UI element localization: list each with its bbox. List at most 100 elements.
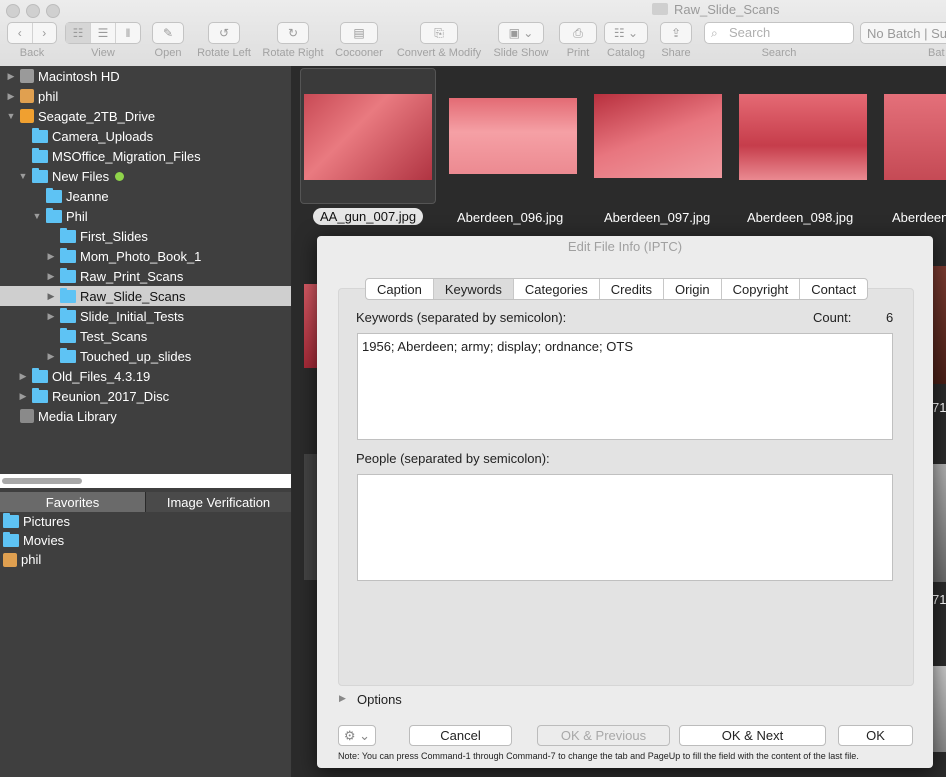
search-input[interactable]: ⌕ Search <box>704 22 854 44</box>
tree-item-mom-photo-book[interactable]: ▶ Mom_Photo_Book_1 <box>0 246 337 266</box>
tree-item-new-files[interactable]: ▼ New Files <box>0 166 309 186</box>
batch-select[interactable]: No Batch | Su <box>860 22 946 44</box>
disclosure-triangle-icon[interactable]: ▶ <box>46 311 56 322</box>
thumbnail-caption[interactable]: Aberdeen <box>892 210 946 225</box>
minimize-window-button[interactable] <box>26 4 40 18</box>
catalog-button[interactable]: ☷ ⌄ <box>604 22 648 44</box>
tab-copyright[interactable]: Copyright <box>722 279 801 299</box>
disclosure-triangle-icon[interactable]: ▶ <box>6 91 16 102</box>
ok-previous-button[interactable]: OK & Previous <box>537 725 670 746</box>
disclosure-triangle-icon[interactable]: ▶ <box>46 351 56 362</box>
back-forward-control[interactable]: ‹ › <box>7 22 57 44</box>
tree-item-msoffice[interactable]: MSOffice_Migration_Files <box>0 146 323 166</box>
thumbnail-caption[interactable]: Aberdeen_096.jpg <box>457 210 563 225</box>
disclosure-triangle-icon[interactable]: ▶ <box>6 71 16 82</box>
thumbnail-caption-partial: 71 <box>932 400 946 415</box>
cancel-button[interactable]: Cancel <box>409 725 512 746</box>
thumbnail-image[interactable] <box>449 98 577 174</box>
tab-image-verification[interactable]: Image Verification <box>146 492 291 512</box>
favorite-label: phil <box>21 552 42 567</box>
scrollbar-thumb[interactable] <box>2 478 82 484</box>
tab-keywords[interactable]: Keywords <box>433 279 514 299</box>
filmstrip-view-icon[interactable]: ‖ <box>116 23 140 43</box>
view-mode-control[interactable]: ☷ ☰ ‖ <box>65 22 141 44</box>
convert-modify-button[interactable]: ⎘ <box>420 22 458 44</box>
print-button[interactable]: ⎙ <box>559 22 597 44</box>
shortcut-note: Note: You can press Command-1 through Co… <box>338 751 859 761</box>
options-label[interactable]: Options <box>357 692 402 707</box>
share-button[interactable]: ⇪ <box>660 22 692 44</box>
disclosure-triangle-icon[interactable]: ▶ <box>46 251 56 262</box>
folder-icon <box>60 227 76 243</box>
favorite-pictures[interactable]: Pictures <box>0 512 294 531</box>
disclosure-triangle-icon[interactable]: ▶ <box>18 371 28 382</box>
disclosure-triangle-icon[interactable]: ▶ <box>46 271 56 282</box>
grid-view-icon[interactable]: ☷ <box>66 23 91 43</box>
tab-credits[interactable]: Credits <box>600 279 664 299</box>
tree-label: Raw_Slide_Scans <box>80 288 186 304</box>
keywords-field[interactable]: 1956; Aberdeen; army; display; ordnance;… <box>357 333 893 440</box>
tab-favorites[interactable]: Favorites <box>0 492 146 512</box>
ok-next-button[interactable]: OK & Next <box>679 725 826 746</box>
tab-categories[interactable]: Categories <box>514 279 600 299</box>
thumbnail-image[interactable] <box>304 94 432 180</box>
thumbnail-image[interactable] <box>594 94 722 178</box>
horizontal-scrollbar[interactable] <box>0 474 291 488</box>
tab-contact[interactable]: Contact <box>800 279 867 299</box>
disclosure-triangle-icon[interactable]: ▶ <box>46 291 56 302</box>
tree-item-old-files[interactable]: ▶ Old_Files_4.3.19 <box>0 366 309 386</box>
disclosure-triangle-open-icon[interactable]: ▼ <box>32 211 42 221</box>
tree-item-reunion-disc[interactable]: ▶ Reunion_2017_Disc <box>0 386 309 406</box>
home-icon <box>20 89 34 103</box>
disclosure-triangle-icon[interactable]: ▶ <box>18 391 28 402</box>
catalog-label: Catalog <box>607 47 645 59</box>
sidebar: ▶ Macintosh HD ▶ phil ▼ Seagate_2TB_Drive C… <box>0 66 337 777</box>
back-arrow-icon[interactable]: ‹ <box>8 23 33 43</box>
disclosure-triangle-open-icon[interactable]: ▼ <box>6 111 16 121</box>
tree-item-raw-print-scans[interactable]: ▶ Raw_Print_Scans <box>0 266 337 286</box>
tree-item-camera-uploads[interactable]: Camera_Uploads <box>0 126 323 146</box>
thumbnail-image[interactable] <box>931 464 946 582</box>
favorite-movies[interactable]: Movies <box>0 531 294 550</box>
tree-item-touched-up-slides[interactable]: ▶ Touched_up_slides <box>0 346 337 366</box>
thumbnail-image[interactable] <box>931 666 946 752</box>
settings-menu-button[interactable]: ⚙ ⌄ <box>338 725 376 746</box>
count-label: Count: <box>813 310 852 325</box>
disclosure-triangle-open-icon[interactable]: ▼ <box>18 171 28 181</box>
open-button[interactable]: ✎ <box>152 22 184 44</box>
tree-item-jeanne[interactable]: Jeanne <box>0 186 337 206</box>
folder-icon <box>32 167 48 183</box>
people-field[interactable] <box>357 474 893 581</box>
tree-item-media-library[interactable]: Media Library <box>0 406 311 426</box>
tree-item-phil[interactable]: ▼ Phil <box>0 206 323 226</box>
thumbnail-caption[interactable]: Aberdeen_098.jpg <box>747 210 853 225</box>
tree-item-slide-initial-tests[interactable]: ▶ Slide_Initial_Tests <box>0 306 337 326</box>
ok-button[interactable]: OK <box>838 725 913 746</box>
convert-icon: ⎘ <box>434 25 444 40</box>
slideshow-button[interactable]: ▣ ⌄ <box>498 22 544 44</box>
tree-item-seagate[interactable]: ▼ Seagate_2TB_Drive <box>0 106 297 126</box>
close-window-button[interactable] <box>6 4 20 18</box>
options-disclosure-icon[interactable]: ▶ <box>339 693 346 704</box>
zoom-window-button[interactable] <box>46 4 60 18</box>
rotate-right-button[interactable]: ↻ <box>277 22 309 44</box>
tree-item-raw-slide-scans[interactable]: ▶ Raw_Slide_Scans <box>0 286 337 306</box>
favorite-phil[interactable]: phil <box>0 550 294 569</box>
cocooner-button[interactable]: ▤ <box>340 22 378 44</box>
thumbnail-caption[interactable]: AA_gun_007.jpg <box>313 208 424 225</box>
tree-label: Phil <box>66 208 88 224</box>
rotate-left-button[interactable]: ↺ <box>208 22 240 44</box>
thumbnail-caption[interactable]: Aberdeen_097.jpg <box>604 210 710 225</box>
tree-label: Touched_up_slides <box>80 348 192 364</box>
list-view-icon[interactable]: ☰ <box>91 23 116 43</box>
tab-caption[interactable]: Caption <box>366 279 434 299</box>
count-value: 6 <box>886 310 894 325</box>
pictures-folder-icon <box>3 513 19 528</box>
thumbnail-image[interactable] <box>884 94 946 180</box>
thumbnail-image[interactable] <box>931 266 946 384</box>
forward-arrow-icon[interactable]: › <box>33 23 57 43</box>
tab-origin[interactable]: Origin <box>664 279 722 299</box>
tree-item-macintosh-hd[interactable]: ▶ Macintosh HD <box>0 66 297 86</box>
thumbnail-image[interactable] <box>739 94 867 180</box>
tree-item-phil-home[interactable]: ▶ phil <box>0 86 297 106</box>
